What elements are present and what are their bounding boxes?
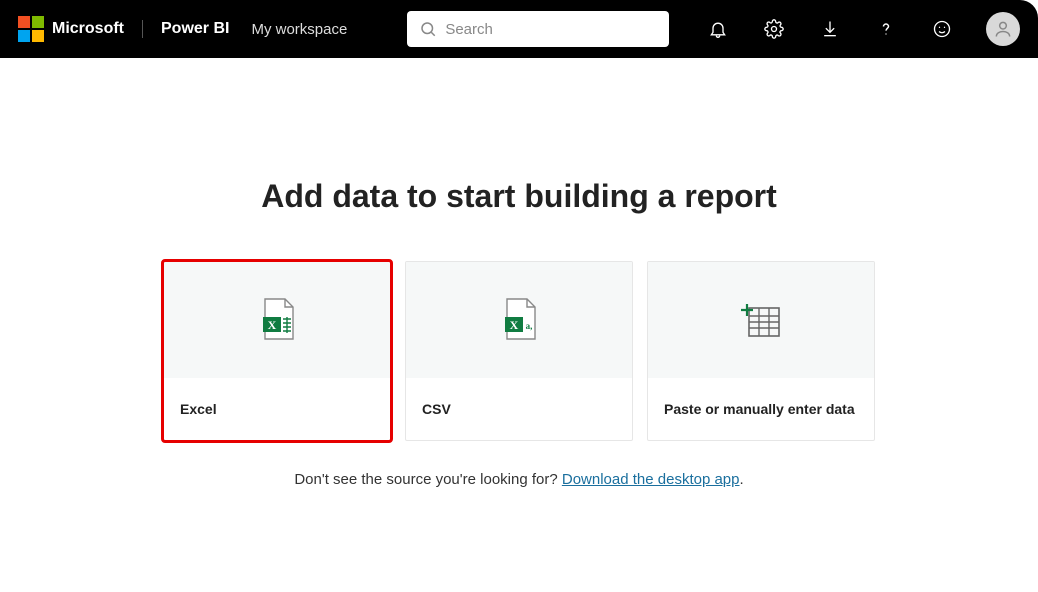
account-button[interactable]: [986, 12, 1020, 46]
svg-text:X: X: [268, 318, 277, 332]
person-icon: [993, 19, 1013, 39]
smiley-icon: [932, 19, 952, 39]
data-source-cards: X Excel X a, CSV: [163, 261, 875, 441]
card-icon-area: X: [164, 262, 390, 378]
card-icon-area: [648, 262, 874, 378]
main-content: Add data to start building a report X Ex…: [0, 58, 1038, 488]
help-button[interactable]: [874, 17, 898, 41]
search-input[interactable]: [445, 21, 657, 38]
card-label: CSV: [406, 378, 632, 440]
card-label: Excel: [164, 378, 390, 440]
download-icon: [820, 19, 840, 39]
help-icon: [876, 19, 896, 39]
bell-icon: [708, 19, 728, 39]
svg-text:a,: a,: [526, 321, 533, 331]
footer-period: .: [740, 471, 744, 488]
download-button[interactable]: [818, 17, 842, 41]
header-actions: [706, 12, 1020, 46]
excel-file-icon: X: [257, 297, 297, 343]
notifications-button[interactable]: [706, 17, 730, 41]
data-source-card-csv[interactable]: X a, CSV: [405, 261, 633, 441]
card-icon-area: X a,: [406, 262, 632, 378]
page-title: Add data to start building a report: [261, 178, 777, 215]
footer-text: Don't see the source you're looking for?…: [294, 471, 743, 488]
footer-prompt: Don't see the source you're looking for?: [294, 471, 562, 488]
brand-label: Microsoft: [52, 20, 143, 38]
search-box[interactable]: [407, 11, 669, 47]
data-source-card-excel[interactable]: X Excel: [163, 261, 391, 441]
microsoft-logo-icon: [18, 16, 44, 42]
feedback-button[interactable]: [930, 17, 954, 41]
download-desktop-link[interactable]: Download the desktop app: [562, 471, 740, 488]
search-icon: [419, 20, 437, 38]
svg-text:X: X: [510, 318, 519, 332]
manual-data-icon: [739, 300, 783, 340]
card-label: Paste or manually enter data: [648, 378, 874, 440]
product-label: Power BI: [161, 20, 229, 38]
settings-button[interactable]: [762, 17, 786, 41]
workspace-breadcrumb[interactable]: My workspace: [251, 21, 347, 38]
top-bar: Microsoft Power BI My workspace: [0, 0, 1038, 58]
csv-file-icon: X a,: [499, 297, 539, 343]
data-source-card-manual[interactable]: Paste or manually enter data: [647, 261, 875, 441]
gear-icon: [764, 19, 784, 39]
